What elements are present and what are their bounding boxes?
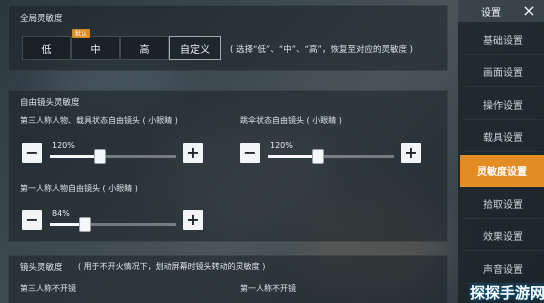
- minus-icon: −: [25, 143, 39, 162]
- default-badge: 默认: [72, 29, 90, 38]
- free-camera-title: 自由镜头灵敏度: [20, 98, 80, 108]
- plus-icon: +: [186, 143, 200, 162]
- sidebar-item-vehicle[interactable]: 载具设置: [463, 122, 543, 152]
- sidebar-item-sensitivity[interactable]: 灵敏度设置: [460, 155, 544, 187]
- increase-button[interactable]: +: [183, 143, 203, 163]
- lens-sensitivity-hint: ( 用于不开火情况下，划动屏幕时镜头转动的灵敏度 ): [78, 262, 266, 271]
- option-low-button[interactable]: 低: [22, 36, 71, 60]
- slider-label: 第三人称人物、载具状态自由镜头 ( 小眼睛 ): [20, 116, 178, 125]
- option-medium-button[interactable]: 中: [71, 36, 120, 60]
- decrease-button[interactable]: −: [240, 143, 260, 163]
- sidebar-item-pickup[interactable]: 拾取设置: [463, 189, 543, 219]
- slider-label: 跳伞状态自由镜头 ( 小眼睛 ): [240, 116, 342, 125]
- slider-fill: [50, 155, 100, 158]
- decrease-button[interactable]: −: [22, 143, 42, 163]
- slider-handle[interactable]: [94, 149, 106, 164]
- increase-button[interactable]: +: [183, 210, 203, 230]
- option-custom-button[interactable]: 自定义: [169, 36, 221, 60]
- minus-icon: −: [243, 143, 257, 162]
- decrease-button[interactable]: −: [22, 210, 42, 230]
- sidebar-title: 设置: [481, 8, 501, 19]
- slider-handle[interactable]: [79, 217, 91, 232]
- sidebar-item-sound[interactable]: 声音设置: [463, 254, 543, 284]
- slider-label: 第一人称人物自由镜头 ( 小眼睛 ): [20, 184, 138, 193]
- slider-value: 84%: [52, 209, 70, 218]
- lens-sensitivity-title: 镜头灵敏度: [20, 263, 63, 273]
- increase-button[interactable]: +: [401, 143, 421, 163]
- minus-icon: −: [25, 210, 39, 229]
- sidebar-item-graphics[interactable]: 画面设置: [463, 57, 543, 87]
- free-camera-panel: [8, 90, 448, 242]
- plus-icon: +: [186, 210, 200, 229]
- sidebar-item-effects[interactable]: 效果设置: [463, 221, 543, 251]
- watermark-logo: 探探手游网: [470, 284, 544, 302]
- sidebar-item-controls[interactable]: 操作设置: [463, 90, 543, 120]
- close-icon[interactable]: ×: [520, 1, 538, 20]
- option-high-button[interactable]: 高: [120, 36, 169, 60]
- plus-icon: +: [404, 143, 418, 162]
- slider-fill: [268, 155, 318, 158]
- slider-value: 120%: [270, 141, 293, 150]
- sidebar-item-basic[interactable]: 基础设置: [463, 25, 543, 55]
- sensitivity-slider[interactable]: [50, 149, 176, 164]
- lens-item-label: 第三人称不开镜: [20, 284, 76, 293]
- sensitivity-slider[interactable]: [50, 217, 176, 232]
- slider-handle[interactable]: [312, 149, 324, 164]
- global-sensitivity-title: 全局灵敏度: [20, 14, 63, 24]
- lens-item-label: 第一人称不开镜: [240, 284, 296, 293]
- global-sensitivity-hint: ( 选择“低”、“中”、“高”，恢复至对应的灵敏度 ): [230, 45, 413, 55]
- slider-value: 120%: [52, 141, 75, 150]
- sensitivity-slider[interactable]: [268, 149, 394, 164]
